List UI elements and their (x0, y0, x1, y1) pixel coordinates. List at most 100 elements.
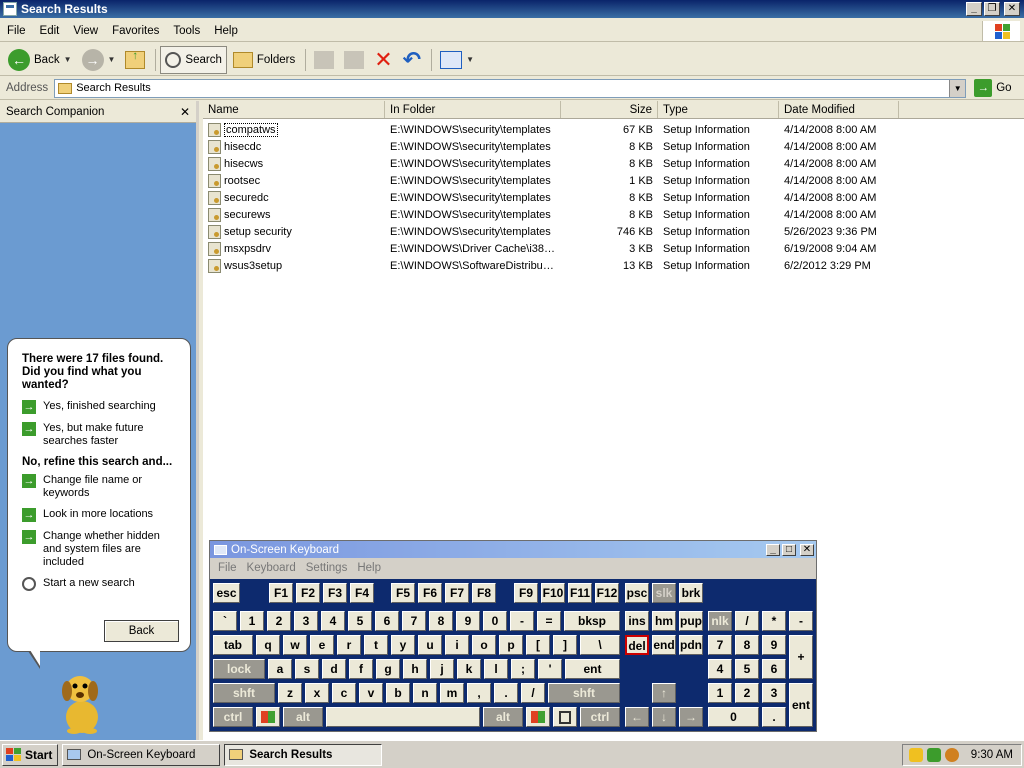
key-n5[interactable]: 5 (348, 611, 372, 631)
key-p3[interactable]: 3 (762, 683, 786, 703)
network-icon[interactable] (926, 748, 941, 762)
key-n6[interactable]: 6 (375, 611, 399, 631)
option-more-locations[interactable]: → Look in more locations (22, 508, 178, 522)
key-pent[interactable]: ent (789, 683, 813, 727)
minimize-button[interactable]: _ (966, 2, 982, 16)
key-lbr[interactable]: [ (526, 635, 550, 655)
key-p2[interactable]: 2 (735, 683, 759, 703)
key-period[interactable]: . (494, 683, 518, 703)
space-key[interactable] (326, 707, 480, 727)
key-mul[interactable]: * (762, 611, 786, 631)
key-bksp[interactable]: bksp (564, 611, 620, 631)
key-n4[interactable]: 4 (321, 611, 345, 631)
key-sub[interactable]: - (789, 611, 813, 631)
key-f10[interactable]: F10 (541, 583, 565, 603)
key-rbr[interactable]: ] (553, 635, 577, 655)
key-p5[interactable]: 5 (735, 659, 759, 679)
menu-tools[interactable]: Tools (166, 25, 207, 37)
key-ctrlL[interactable]: ctrl (213, 707, 253, 727)
key-altL[interactable]: alt (283, 707, 323, 727)
search-icon[interactable] (944, 748, 959, 762)
forward-button[interactable]: → ▼ (78, 46, 120, 74)
key-pdot[interactable]: . (762, 707, 786, 727)
key-nlk[interactable]: nlk (708, 611, 732, 631)
go-button[interactable]: → Go (974, 79, 1012, 97)
key-f5[interactable]: F5 (391, 583, 415, 603)
start-button[interactable]: Start (2, 743, 59, 766)
key-f4[interactable]: F4 (350, 583, 374, 603)
osk-minimize-button[interactable]: _ (766, 543, 780, 556)
file-row[interactable]: msxpsdrv E:\WINDOWS\Driver Cache\i386... 3… (203, 240, 1024, 257)
key-comma[interactable]: , (467, 683, 491, 703)
key-shftR[interactable]: shft (548, 683, 620, 703)
key-m[interactable]: m (440, 683, 464, 703)
key-l[interactable]: l (484, 659, 508, 679)
back-button[interactable]: ← Back ▼ (4, 46, 76, 74)
key-f6[interactable]: F6 (418, 583, 442, 603)
maximize-button[interactable]: ❐ (984, 2, 1000, 16)
key-pup[interactable]: pup (679, 611, 703, 631)
option-change-name[interactable]: → Change file name or keywords (22, 474, 178, 500)
key-shftL[interactable]: shft (213, 683, 275, 703)
file-row[interactable]: securews E:\WINDOWS\security\templates 8 K… (203, 206, 1024, 223)
companion-back-button[interactable]: Back (104, 620, 179, 642)
key-u[interactable]: u (418, 635, 442, 655)
up-folder-button[interactable]: ↑ (121, 46, 149, 74)
key-f7[interactable]: F7 (445, 583, 469, 603)
menu-edit[interactable]: Edit (33, 25, 67, 37)
key-n7[interactable]: 7 (402, 611, 426, 631)
menu-key[interactable] (553, 707, 577, 727)
search-button[interactable]: Search (160, 45, 227, 74)
key-esc[interactable]: esc (213, 583, 240, 603)
key-p6[interactable]: 6 (762, 659, 786, 679)
key-altR[interactable]: alt (483, 707, 523, 727)
address-input[interactable]: Search Results ▼ (54, 78, 967, 98)
key-right[interactable]: → (679, 707, 703, 727)
key-equal[interactable]: = (537, 611, 561, 631)
folders-button[interactable]: Folders (229, 46, 299, 74)
file-row[interactable]: hisecdc E:\WINDOWS\security\templates 8 KB… (203, 138, 1024, 155)
column-in-folder[interactable]: In Folder (385, 101, 561, 118)
menu-favorites[interactable]: Favorites (105, 25, 166, 37)
taskbar-osk-button[interactable]: On-Screen Keyboard (62, 743, 221, 766)
menu-view[interactable]: View (66, 25, 105, 37)
taskbar-search-results-button[interactable]: Search Results (224, 743, 383, 766)
file-row[interactable]: setup security E:\WINDOWS\security\templa… (203, 223, 1024, 240)
key-ins[interactable]: ins (625, 611, 649, 631)
key-g[interactable]: g (376, 659, 400, 679)
key-slk[interactable]: slk (652, 583, 676, 603)
key-p7[interactable]: 7 (708, 635, 732, 655)
key-tab[interactable]: tab (213, 635, 253, 655)
key-lock[interactable]: lock (213, 659, 265, 679)
key-n3[interactable]: 3 (294, 611, 318, 631)
column-type[interactable]: Type (658, 101, 779, 118)
key-pdn[interactable]: pdn (679, 635, 703, 655)
key-f11[interactable]: F11 (568, 583, 592, 603)
osk-close-button[interactable]: ✕ (800, 543, 814, 556)
key-ent[interactable]: ent (565, 659, 620, 679)
undo-button[interactable]: ↶ (399, 46, 425, 74)
security-shield-icon[interactable] (908, 748, 923, 762)
key-p[interactable]: p (499, 635, 523, 655)
key-bsl[interactable]: \ (580, 635, 620, 655)
key-r[interactable]: r (337, 635, 361, 655)
key-end[interactable]: end (652, 635, 676, 655)
key-f3[interactable]: F3 (323, 583, 347, 603)
option-hidden-files[interactable]: → Change whether hidden and system files… (22, 530, 178, 569)
key-f2[interactable]: F2 (296, 583, 320, 603)
key-n9[interactable]: 9 (456, 611, 480, 631)
key-plus[interactable]: + (789, 635, 813, 679)
key-slash[interactable]: / (521, 683, 545, 703)
column-name[interactable]: Name (203, 101, 385, 118)
key-h[interactable]: h (403, 659, 427, 679)
key-p1[interactable]: 1 (708, 683, 732, 703)
close-icon[interactable]: ✕ (180, 105, 190, 119)
key-n0[interactable]: 0 (483, 611, 507, 631)
file-row[interactable]: wsus3setup E:\WINDOWS\SoftwareDistributi.… (203, 257, 1024, 274)
key-p8[interactable]: 8 (735, 635, 759, 655)
key-w[interactable]: w (283, 635, 307, 655)
views-button[interactable]: ▼ (436, 46, 478, 74)
key-semi[interactable]: ; (511, 659, 535, 679)
windows-key[interactable] (526, 707, 550, 727)
osk-menu-settings[interactable]: Settings (301, 562, 353, 574)
